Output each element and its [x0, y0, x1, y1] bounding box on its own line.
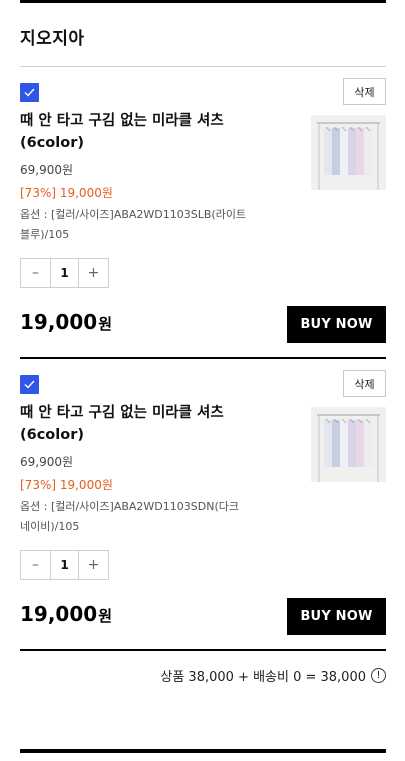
original-price: 69,900원 [20, 455, 74, 469]
sale-price: [73%] 19,000원 [20, 186, 113, 200]
bottom-divider [20, 749, 386, 753]
info-circle-icon[interactable]: ! [371, 668, 386, 683]
order-summary: 상품 38,000 + 배송비 0 = 38,000 ! [160, 666, 386, 685]
decrease-quantity-button[interactable]: – [21, 551, 50, 579]
item-total: 19,000 원 [20, 602, 112, 626]
top-divider [20, 0, 386, 3]
item-total-amount: 19,000 [20, 602, 98, 626]
store-divider [20, 66, 386, 67]
item-checkbox[interactable] [20, 375, 39, 394]
quantity-value[interactable]: 1 [50, 259, 79, 287]
quantity-stepper: – 1 + [20, 258, 109, 288]
product-thumbnail[interactable] [311, 115, 386, 190]
item-total-amount: 19,000 [20, 310, 98, 334]
delete-button[interactable]: 삭제 [343, 370, 386, 397]
increase-quantity-button[interactable]: + [79, 551, 108, 579]
checkmark-icon [24, 380, 35, 389]
original-price: 69,900원 [20, 163, 74, 177]
decrease-quantity-button[interactable]: – [21, 259, 50, 287]
product-thumbnail[interactable] [311, 407, 386, 482]
cart-item: 삭제 때 안 타고 구김 없는 미라클 셔츠 (6color) 69,900원 … [20, 78, 386, 359]
buy-now-button[interactable]: BUY NOW [287, 598, 386, 635]
option-text: 옵션 : [컬러/사이즈]ABA2WD1103SLB(라이트블루)/105 [20, 208, 247, 241]
product-title[interactable]: 때 안 타고 구김 없는 미라클 셔츠 (6color) [20, 110, 250, 154]
product-title[interactable]: 때 안 타고 구김 없는 미라클 셔츠 (6color) [20, 402, 250, 446]
quantity-value[interactable]: 1 [50, 551, 79, 579]
cart-item: 삭제 때 안 타고 구김 없는 미라클 셔츠 (6color) 69,900원 … [20, 370, 386, 651]
order-summary-text: 상품 38,000 + 배송비 0 = 38,000 [160, 670, 366, 685]
quantity-stepper: – 1 + [20, 550, 109, 580]
item-total-currency: 원 [98, 607, 112, 625]
sale-price: [73%] 19,000원 [20, 478, 113, 492]
buy-now-button[interactable]: BUY NOW [287, 306, 386, 343]
item-total-currency: 원 [98, 315, 112, 333]
item-divider [20, 357, 386, 359]
store-name: 지오지아 [20, 29, 85, 49]
checkmark-icon [24, 88, 35, 97]
item-checkbox[interactable] [20, 83, 39, 102]
delete-button[interactable]: 삭제 [343, 78, 386, 105]
increase-quantity-button[interactable]: + [79, 259, 108, 287]
item-divider [20, 649, 386, 651]
item-total: 19,000 원 [20, 310, 112, 334]
option-text: 옵션 : [컬러/사이즈]ABA2WD1103SDN(다크네이비)/105 [20, 500, 239, 533]
